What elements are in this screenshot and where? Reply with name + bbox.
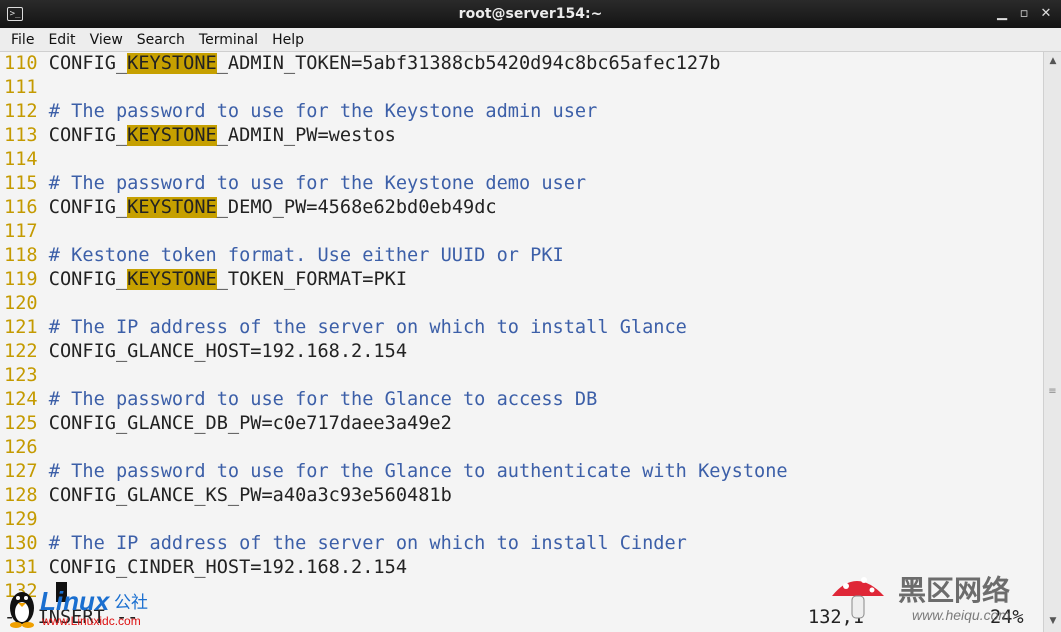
line-number: 123	[4, 365, 38, 386]
menu-help[interactable]: Help	[265, 29, 311, 51]
comment-text: # The password to use for the Keystone d…	[48, 173, 587, 194]
line-text: _TOKEN_FORMAT=PKI	[216, 269, 408, 290]
terminal-line: 122 CONFIG_GLANCE_HOST=192.168.2.154	[4, 340, 407, 364]
comment-text: # The IP address of the server on which …	[48, 533, 687, 554]
line-number: 127	[4, 461, 38, 482]
scroll-up-icon[interactable]: ▲	[1044, 54, 1061, 68]
terminal-line: 124 # The password to use for the Glance…	[4, 388, 597, 412]
mushroom-icon	[832, 577, 884, 619]
line-number: 128	[4, 485, 38, 506]
line-text: CONFIG_	[48, 125, 128, 146]
penguin-icon	[10, 592, 34, 628]
minimize-icon[interactable]: ▁	[990, 0, 1014, 28]
terminal-area[interactable]: 110 CONFIG_KEYSTONE_ADMIN_TOKEN=5abf3138…	[0, 52, 1043, 632]
watermark-cn: 公社	[114, 593, 148, 613]
search-highlight: KEYSTONE	[127, 269, 217, 290]
line-number: 118	[4, 245, 38, 266]
close-icon[interactable]: ✕	[1034, 0, 1058, 28]
line-text: CONFIG_GLANCE_HOST=192.168.2.154	[48, 341, 408, 362]
terminal-line: 119 CONFIG_KEYSTONE_TOKEN_FORMAT=PKI	[4, 268, 407, 292]
line-number: 117	[4, 221, 38, 242]
terminal-line: 126	[4, 436, 49, 460]
scrollbar[interactable]: ▲ ≡ ▼	[1043, 52, 1061, 632]
line-text: CONFIG_	[48, 53, 128, 74]
terminal-line: 114	[4, 148, 49, 172]
line-number: 130	[4, 533, 38, 554]
terminal-line: 128 CONFIG_GLANCE_KS_PW=a40a3c93e560481b	[4, 484, 452, 508]
terminal-line: 123	[4, 364, 49, 388]
line-number: 122	[4, 341, 38, 362]
line-number: 113	[4, 125, 38, 146]
terminal-line: 111	[4, 76, 49, 100]
search-highlight: KEYSTONE	[127, 197, 217, 218]
menu-file[interactable]: File	[4, 29, 41, 51]
terminal-line: 120	[4, 292, 49, 316]
line-number: 114	[4, 149, 38, 170]
scroll-thumb[interactable]: ≡	[1047, 382, 1058, 402]
terminal-line: 127 # The password to use for the Glance…	[4, 460, 788, 484]
terminal-line: 118 # Kestone token format. Use either U…	[4, 244, 564, 268]
line-number: 119	[4, 269, 38, 290]
linuxidc-watermark: Linux 公社 www.Linuxidc.com	[10, 586, 148, 628]
terminal-line: 117	[4, 220, 49, 244]
line-number: 121	[4, 317, 38, 338]
menu-bar: File Edit View Search Terminal Help	[0, 28, 1061, 52]
terminal-line: 115 # The password to use for the Keysto…	[4, 172, 586, 196]
search-highlight: KEYSTONE	[127, 125, 217, 146]
terminal-line: 131 CONFIG_CINDER_HOST=192.168.2.154	[4, 556, 407, 580]
line-number: 125	[4, 413, 38, 434]
title-bar: >_ root@server154:~ ▁ ▫ ✕	[0, 0, 1061, 28]
line-text: _DEMO_PW=4568e62bd0eb49dc	[216, 197, 497, 218]
line-number: 110	[4, 53, 38, 74]
line-number: 112	[4, 101, 38, 122]
menu-edit[interactable]: Edit	[41, 29, 82, 51]
terminal-line: 129	[4, 508, 49, 532]
comment-text: # The IP address of the server on which …	[48, 317, 687, 338]
line-number: 129	[4, 509, 38, 530]
line-text: CONFIG_	[48, 197, 128, 218]
terminal-line: 121 # The IP address of the server on wh…	[4, 316, 687, 340]
window-title: root@server154:~	[458, 6, 603, 22]
terminal-line: 112 # The password to use for the Keysto…	[4, 100, 597, 124]
line-number: 120	[4, 293, 38, 314]
terminal-line: 110 CONFIG_KEYSTONE_ADMIN_TOKEN=5abf3138…	[4, 52, 720, 76]
line-number: 116	[4, 197, 38, 218]
line-text: _ADMIN_TOKEN=5abf31388cb5420d94c8bc65afe…	[216, 53, 721, 74]
comment-text: # Kestone token format. Use either UUID …	[48, 245, 564, 266]
terminal-line: 125 CONFIG_GLANCE_DB_PW=c0e717daee3a49e2	[4, 412, 452, 436]
menu-view[interactable]: View	[83, 29, 130, 51]
comment-text: # The password to use for the Glance to …	[48, 461, 788, 482]
line-text: CONFIG_	[48, 269, 128, 290]
menu-search[interactable]: Search	[130, 29, 192, 51]
line-number: 111	[4, 77, 38, 98]
maximize-icon[interactable]: ▫	[1012, 0, 1036, 28]
line-number: 124	[4, 389, 38, 410]
terminal-line: 116 CONFIG_KEYSTONE_DEMO_PW=4568e62bd0eb…	[4, 196, 497, 220]
line-text: CONFIG_GLANCE_DB_PW=c0e717daee3a49e2	[48, 413, 452, 434]
comment-text: # The password to use for the Keystone a…	[48, 101, 598, 122]
line-number: 131	[4, 557, 38, 578]
terminal-line: 130 # The IP address of the server on wh…	[4, 532, 687, 556]
watermark-url-right: www.heiqu.com	[912, 607, 1010, 623]
watermark-cn-right: 黑区网络	[898, 574, 1010, 607]
watermark-brand: Linux	[40, 586, 111, 616]
line-number: 126	[4, 437, 38, 458]
watermark-url: www.Linuxidc.com	[41, 614, 141, 628]
line-text: CONFIG_CINDER_HOST=192.168.2.154	[48, 557, 408, 578]
line-number: 115	[4, 173, 38, 194]
terminal-line: 113 CONFIG_KEYSTONE_ADMIN_PW=westos	[4, 124, 396, 148]
menu-terminal[interactable]: Terminal	[192, 29, 265, 51]
line-text: CONFIG_GLANCE_KS_PW=a40a3c93e560481b	[48, 485, 452, 506]
heiqu-watermark: 黑区网络 www.heiqu.com	[832, 574, 1010, 623]
comment-text: # The password to use for the Glance to …	[48, 389, 598, 410]
line-text: _ADMIN_PW=westos	[216, 125, 396, 146]
search-highlight: KEYSTONE	[127, 53, 217, 74]
